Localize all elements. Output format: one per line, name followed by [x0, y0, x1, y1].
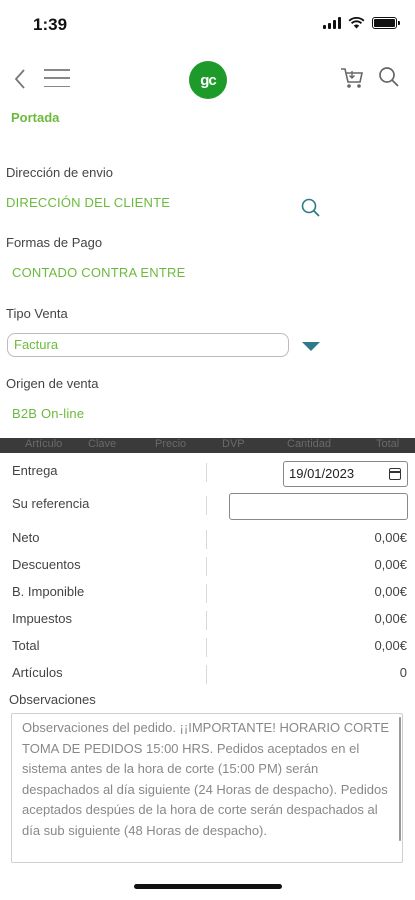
- totals-row: Impuestos 0,00€: [0, 607, 415, 634]
- divider: [206, 530, 207, 549]
- status-bar: 1:39: [0, 0, 415, 52]
- logo: gc: [189, 61, 227, 99]
- divider: [206, 584, 207, 603]
- totals-label: Impuestos: [12, 611, 72, 626]
- totals-label: B. Imponible: [12, 584, 85, 599]
- totals-label: Total: [12, 638, 40, 653]
- sale-origin-label: Origen de venta: [6, 376, 99, 391]
- column-header: Artículo: [25, 438, 63, 450]
- home-indicator[interactable]: [134, 884, 282, 889]
- hamburger-icon: [44, 69, 70, 71]
- divider: [206, 638, 207, 657]
- sale-origin-value: B2B On-line: [12, 406, 85, 421]
- column-header: Precio: [155, 438, 187, 450]
- totals-row: Neto 0,00€: [0, 526, 415, 553]
- menu-button[interactable]: [44, 67, 70, 89]
- totals-value: 0,00€: [374, 611, 407, 626]
- divider: [206, 557, 207, 576]
- divider: [206, 665, 207, 684]
- items-table-header: Artículo Clave Precio DVP Cantidad Total: [0, 438, 415, 453]
- totals-label: Neto: [12, 530, 40, 545]
- totals-label: Artículos: [12, 665, 63, 680]
- column-header: Total: [376, 438, 400, 450]
- dropdown-arrow-icon[interactable]: [302, 342, 320, 351]
- search-icon: [301, 198, 320, 217]
- search-button[interactable]: [377, 65, 405, 93]
- address-search-button[interactable]: [299, 196, 323, 220]
- totals-value: 0: [399, 665, 407, 680]
- status-icons: [323, 17, 400, 29]
- totals-row: B. Imponible 0,00€: [0, 580, 415, 607]
- divider: [206, 463, 207, 482]
- cart-icon: [341, 68, 363, 88]
- observations-scrollbar[interactable]: [399, 717, 401, 841]
- signal-icon: [323, 17, 341, 29]
- observations-textarea[interactable]: Observaciones del pedido. ¡¡IMPORTANTE! …: [11, 713, 403, 863]
- chevron-left-icon: [14, 69, 25, 89]
- reference-label: Su referencia: [12, 496, 90, 511]
- payment-label: Formas de Pago: [6, 235, 103, 250]
- delivery-date-value: 19/01/2023: [289, 466, 355, 481]
- totals-value: 0,00€: [374, 584, 407, 599]
- totals-row: Artículos 0: [0, 661, 415, 688]
- order-checkout-screen: 1:39 gc Portada Dirección de envio DIREC…: [0, 0, 415, 900]
- payment-value[interactable]: CONTADO CONTRA ENTRE: [12, 265, 186, 280]
- reference-input[interactable]: [229, 493, 408, 520]
- divider: [206, 496, 207, 515]
- wifi-icon: [348, 17, 365, 29]
- status-time: 1:39: [33, 15, 68, 34]
- nav-bar: gc: [0, 55, 415, 103]
- shipping-value[interactable]: DIRECCIÓN DEL CLIENTE: [6, 195, 170, 210]
- breadcrumb[interactable]: Portada: [11, 110, 59, 125]
- column-header: Clave: [88, 438, 117, 450]
- search-icon: [379, 67, 399, 87]
- delivery-label: Entrega: [12, 463, 58, 478]
- sale-type-label: Tipo Venta: [6, 306, 68, 321]
- column-header: Cantidad: [287, 438, 332, 450]
- divider: [206, 611, 207, 630]
- cart-button[interactable]: [339, 65, 367, 93]
- totals-row: Total 0,00€: [0, 634, 415, 661]
- observations-label: Observaciones: [9, 692, 96, 707]
- back-button[interactable]: [6, 65, 34, 93]
- column-header: DVP: [222, 438, 245, 450]
- totals-row: Descuentos 0,00€: [0, 553, 415, 580]
- totals-value: 0,00€: [374, 638, 407, 653]
- totals-value: 0,00€: [374, 557, 407, 572]
- sale-type-select[interactable]: Factura: [7, 333, 289, 357]
- totals-value: 0,00€: [374, 530, 407, 545]
- delivery-date-input[interactable]: 19/01/2023: [283, 461, 408, 487]
- shipping-label: Dirección de envio: [6, 165, 113, 180]
- totals-label: Descuentos: [12, 557, 81, 572]
- calendar-icon[interactable]: [389, 468, 401, 480]
- battery-icon: [372, 17, 400, 29]
